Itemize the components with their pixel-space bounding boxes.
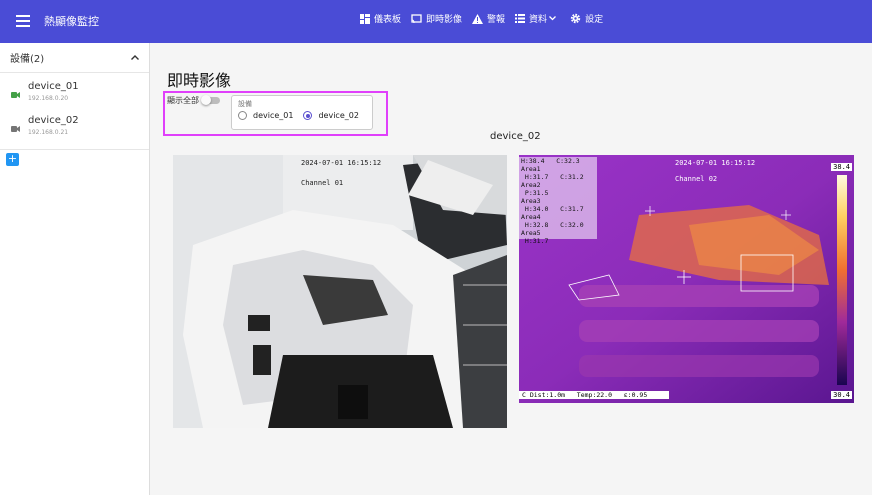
area-readout-line: Area4	[521, 213, 541, 221]
thermal-timestamp: 2024-07-01 16:15:12	[675, 159, 756, 167]
nav-live[interactable]: 即時影像	[411, 12, 462, 25]
device-ip: 192.168.0.20	[28, 95, 69, 102]
nav-alerts[interactable]: 警報	[472, 12, 505, 25]
warning-icon	[472, 13, 484, 24]
rgb-scene-image	[173, 155, 507, 428]
area-readout-line: H:38.4 C:32.3	[521, 157, 580, 165]
radio-device-02[interactable]: device_02	[303, 111, 359, 120]
device-radio-group: 設備 device_01 device_02	[231, 95, 373, 130]
rgb-camera-feed: 2024-07-01 16:15:12 Channel 01	[173, 155, 507, 428]
chevron-down-icon	[549, 16, 557, 21]
top-nav: 儀表板 即時影像 警報 資料 設定	[360, 12, 613, 25]
scale-min-label: 30.4	[831, 391, 852, 399]
top-app-bar: 熱顯像監控 儀表板 即時影像 警報 資料 設定	[0, 0, 872, 43]
chevron-up-icon[interactable]	[131, 55, 139, 60]
rgb-timestamp: 2024-07-01 16:15:12	[301, 159, 382, 167]
camera-icon	[11, 126, 20, 132]
nav-data[interactable]: 資料	[515, 12, 560, 25]
device-name: device_01	[28, 81, 79, 92]
device-item-02[interactable]: device_02 192.168.0.21	[0, 111, 149, 145]
nav-alerts-label: 警報	[487, 15, 506, 25]
area-readout-line: Area3	[521, 197, 541, 205]
nav-settings-label: 設定	[585, 15, 604, 25]
thermal-camera-feed: H:38.4 C:32.3 Area1 H:31.7 C:31.2 Area2 …	[519, 155, 854, 403]
nav-dashboard[interactable]: 儀表板	[360, 12, 401, 25]
gear-icon	[570, 13, 581, 24]
cast-icon	[411, 13, 422, 23]
device-item-01[interactable]: device_01 192.168.0.20	[0, 77, 149, 111]
device-heading: device_02	[490, 131, 541, 142]
radio-label: device_01	[253, 111, 294, 120]
area-readout-line: H:31.7 C:31.2	[521, 173, 584, 181]
scale-max-label: 38.4	[831, 163, 852, 171]
dashboard-icon	[360, 13, 370, 24]
nav-live-label: 即時影像	[426, 15, 463, 25]
menu-icon[interactable]	[16, 13, 30, 27]
area-readout-line: H:31.7	[521, 237, 549, 245]
device-name: device_02	[28, 115, 79, 126]
device-sidebar: 設備(2) device_01 192.168.0.20 device_02 1…	[0, 43, 150, 495]
camera-icon	[11, 92, 20, 98]
radio-device-01[interactable]: device_01	[238, 111, 293, 120]
radio-label: device_02	[318, 111, 359, 120]
nav-data-label: 資料	[529, 15, 548, 25]
device-list-header[interactable]: 設備(2)	[0, 43, 149, 73]
area-readout-line: H:34.0 C:31.7	[521, 205, 584, 213]
nav-settings[interactable]: 設定	[570, 12, 603, 25]
nav-dashboard-label: 儀表板	[374, 15, 402, 25]
app-title: 熱顯像監控	[44, 15, 99, 28]
area-readout-line: H:32.8 C:32.0	[521, 221, 584, 229]
area-readout-line: Area5	[521, 229, 541, 237]
device-list-title: 設備(2)	[10, 54, 45, 65]
add-device-button[interactable]: +	[6, 153, 19, 166]
radio-circle	[303, 111, 313, 120]
thermal-status-footer: C Dist:1.0m Temp:22.0 ε:0.95	[519, 391, 669, 399]
page-title: 即時影像	[167, 71, 232, 90]
radio-circle	[238, 111, 247, 120]
area-readout-line: Area1	[521, 165, 541, 173]
thermal-area-readouts: H:38.4 C:32.3 Area1 H:31.7 C:31.2 Area2 …	[519, 157, 597, 245]
rgb-channel-label: Channel 01	[301, 179, 344, 187]
list-icon	[515, 14, 526, 23]
device-list: device_01 192.168.0.20 device_02 192.168…	[0, 73, 149, 150]
area-readout-line: P:31.5	[521, 189, 549, 197]
device-radio-legend: 設備	[238, 100, 252, 108]
thermal-channel-label: Channel 02	[675, 175, 718, 183]
device-ip: 192.168.0.21	[28, 129, 69, 136]
area-readout-line: Area2	[521, 181, 541, 189]
